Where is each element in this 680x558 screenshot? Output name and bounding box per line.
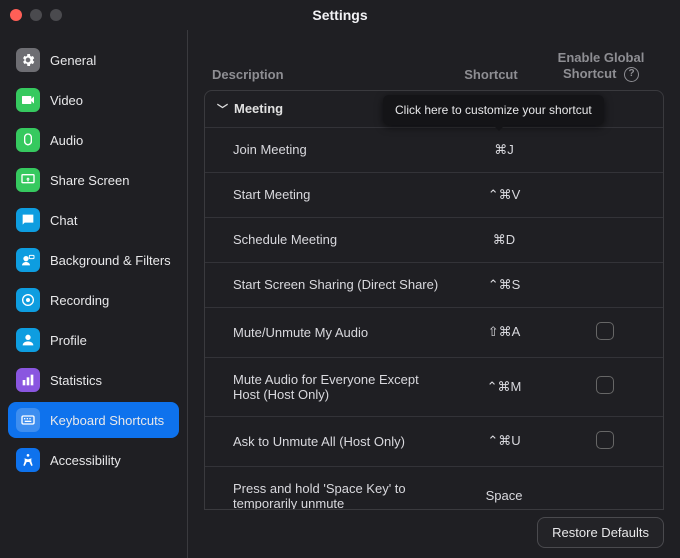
shortcuts-list: Join Meeting⌘JStart Meeting⌃⌘VSchedule M…	[205, 127, 663, 510]
restore-defaults-button[interactable]: Restore Defaults	[537, 517, 664, 548]
sidebar-item-keyboard-shortcuts[interactable]: Keyboard Shortcuts	[8, 402, 179, 438]
shortcut-description: Press and hold 'Space Key' to temporaril…	[233, 481, 449, 510]
help-icon[interactable]: ?	[624, 67, 639, 82]
sidebar-item-background-filters[interactable]: Background & Filters	[8, 242, 179, 278]
titlebar: Settings	[0, 0, 680, 30]
window-title: Settings	[0, 7, 680, 23]
recording-icon	[16, 288, 40, 312]
sidebar-item-accessibility[interactable]: Accessibility	[8, 442, 179, 478]
sidebar-item-label: Share Screen	[50, 173, 130, 188]
sidebar-item-label: Keyboard Shortcuts	[50, 413, 164, 428]
minimize-window-button[interactable]	[30, 9, 42, 21]
column-headers: Description Shortcut Enable Global Short…	[204, 30, 664, 90]
shortcut-keys[interactable]: ⌃⌘S	[449, 277, 559, 293]
sidebar-item-label: Video	[50, 93, 83, 108]
sidebar-item-statistics[interactable]: Statistics	[8, 362, 179, 398]
sidebar-item-label: Chat	[50, 213, 77, 228]
general-icon	[16, 48, 40, 72]
enable-global-checkbox[interactable]	[596, 431, 614, 449]
shortcut-keys[interactable]: ⌃⌘V	[449, 187, 559, 203]
window-controls	[0, 9, 62, 21]
shortcut-keys[interactable]: ⌘J	[449, 142, 559, 158]
shortcut-description: Schedule Meeting	[233, 232, 449, 247]
shortcut-keys[interactable]: Space	[449, 488, 559, 503]
shortcut-description: Start Meeting	[233, 187, 449, 202]
shortcut-row: Ask to Unmute All (Host Only)⌃⌘U	[205, 416, 663, 466]
sidebar: General Video Audio Share Screen Chat Backgro…	[0, 30, 188, 558]
shortcut-row: Start Screen Sharing (Direct Share)⌃⌘S	[205, 262, 663, 307]
sidebar-item-profile[interactable]: Profile	[8, 322, 179, 358]
shortcut-row: Press and hold 'Space Key' to temporaril…	[205, 466, 663, 510]
header-enable-global: Enable Global Shortcut ?	[546, 50, 656, 82]
enable-global-cell	[559, 376, 651, 397]
header-shortcut: Shortcut	[436, 67, 546, 82]
keyboard-shortcuts-icon	[16, 408, 40, 432]
sidebar-item-recording[interactable]: Recording	[8, 282, 179, 318]
shortcut-description: Mute/Unmute My Audio	[233, 325, 449, 340]
sidebar-item-chat[interactable]: Chat	[8, 202, 179, 238]
enable-global-cell	[559, 431, 651, 452]
enable-global-cell	[559, 322, 651, 343]
background-filters-icon	[16, 248, 40, 272]
shortcut-keys[interactable]: ⌃⌘U	[449, 433, 559, 449]
share-screen-icon	[16, 168, 40, 192]
sidebar-item-share-screen[interactable]: Share Screen	[8, 162, 179, 198]
header-description: Description	[212, 67, 436, 82]
sidebar-item-label: Audio	[50, 133, 83, 148]
main-panel: Description Shortcut Enable Global Short…	[188, 30, 680, 558]
sidebar-item-label: Background & Filters	[50, 253, 171, 268]
footer: Restore Defaults	[537, 517, 664, 548]
section-label: Meeting	[234, 101, 283, 116]
shortcut-keys[interactable]: ⌘D	[449, 232, 559, 248]
accessibility-icon	[16, 448, 40, 472]
shortcut-description: Start Screen Sharing (Direct Share)	[233, 277, 449, 292]
shortcut-row: Schedule Meeting⌘D	[205, 217, 663, 262]
video-icon	[16, 88, 40, 112]
sidebar-item-label: Accessibility	[50, 453, 121, 468]
shortcut-description: Ask to Unmute All (Host Only)	[233, 434, 449, 449]
tooltip: Click here to customize your shortcut	[383, 95, 604, 125]
profile-icon	[16, 328, 40, 352]
sidebar-item-label: General	[50, 53, 96, 68]
sidebar-item-general[interactable]: General	[8, 42, 179, 78]
shortcuts-panel: Click here to customize your shortcut ﹀ …	[204, 90, 664, 510]
shortcut-row: Mute/Unmute My Audio⇧⌘A	[205, 307, 663, 357]
sidebar-item-video[interactable]: Video	[8, 82, 179, 118]
sidebar-item-label: Recording	[50, 293, 109, 308]
shortcut-keys[interactable]: ⇧⌘A	[449, 324, 559, 340]
shortcut-row: Join Meeting⌘J	[205, 127, 663, 172]
shortcut-row: Mute Audio for Everyone Except Host (Hos…	[205, 357, 663, 416]
audio-icon	[16, 128, 40, 152]
sidebar-item-label: Profile	[50, 333, 87, 348]
shortcut-description: Join Meeting	[233, 142, 449, 157]
shortcut-keys[interactable]: ⌃⌘M	[449, 379, 559, 395]
chevron-down-icon: ﹀	[217, 101, 228, 117]
enable-global-checkbox[interactable]	[596, 376, 614, 394]
shortcut-description: Mute Audio for Everyone Except Host (Hos…	[233, 372, 449, 402]
sidebar-item-audio[interactable]: Audio	[8, 122, 179, 158]
chat-icon	[16, 208, 40, 232]
close-window-button[interactable]	[10, 9, 22, 21]
sidebar-item-label: Statistics	[50, 373, 102, 388]
maximize-window-button[interactable]	[50, 9, 62, 21]
shortcut-row: Start Meeting⌃⌘V	[205, 172, 663, 217]
content: General Video Audio Share Screen Chat Backgro…	[0, 30, 680, 558]
statistics-icon	[16, 368, 40, 392]
enable-global-checkbox[interactable]	[596, 322, 614, 340]
